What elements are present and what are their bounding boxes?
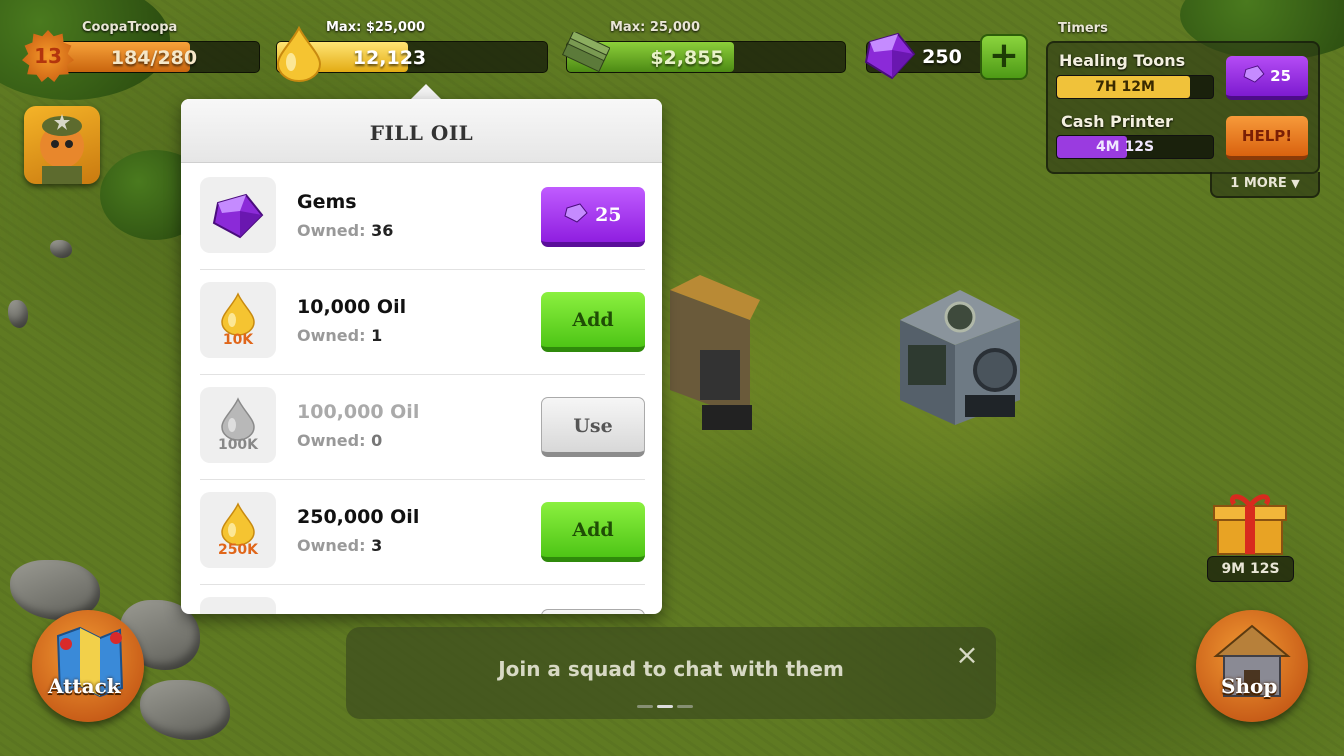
speedup-gems-button[interactable]: 25 [1226,56,1308,100]
gem-icon [564,203,589,223]
timer-progress-bar: 7H 12M [1056,75,1214,99]
cash-max-label: Max: 25,000 [610,20,700,35]
timer-time: 4M 12S [1095,139,1155,155]
timers-heading: Timers [1058,21,1108,36]
xp-bar: 184/280 [58,41,260,73]
amount-label: 100K [217,437,259,453]
page-indicator [637,705,693,708]
help-button[interactable]: HELP! [1226,116,1308,160]
gems-value: 250 [922,46,962,68]
list-item: 10K 10,000 Oil Owned: 1 Add [200,270,645,375]
fill-oil-dialog: FILL OIL Gems Owned: 36 25 10K 10,000 Oi… [181,99,662,614]
item-owned: Owned: 3 [297,536,383,555]
item-owned: Owned: 1 [297,326,383,345]
gem-icon [200,177,276,253]
cash-printer-building[interactable] [880,265,1040,440]
item-owned: Owned: 36 [297,221,394,240]
list-item: 100K 100,000 Oil Owned: 0 Use [200,375,645,480]
plus-icon: + [988,35,1020,76]
more-label: 1 MORE [1230,176,1287,191]
oil-drop-icon: 100K [200,387,276,463]
list-item [200,585,645,614]
use-100k-oil-button[interactable]: Use [541,397,645,457]
timer-name: Cash Printer [1061,112,1173,131]
gift-icon[interactable] [1210,490,1290,556]
oil-max-label: Max: $25,000 [326,20,426,35]
rock [50,240,72,258]
player-avatar[interactable] [24,106,100,184]
page-dot [657,705,673,708]
gift-timer: 9M 12S [1207,556,1294,582]
oil-drop-icon: 250K [200,492,276,568]
add-gems-button[interactable]: + [980,34,1028,80]
oil-drop-icon: 10K [200,282,276,358]
rock [140,680,230,740]
item-owned: Owned: 0 [297,431,383,450]
xp-value: 184/280 [110,47,198,69]
list-item: 250K 250,000 Oil Owned: 3 Add [200,480,645,585]
item-title: Gems [297,191,357,213]
next-item-button[interactable] [541,609,645,614]
chat-prompt: Join a squad to chat with them [498,657,844,681]
item-title: 100,000 Oil [297,401,420,423]
gem-icon [864,32,916,80]
timer-time: 7H 12M [1095,79,1155,95]
add-10k-oil-button[interactable]: Add [541,292,645,352]
amount-label: 10K [222,332,254,348]
shop-button[interactable] [1196,610,1308,722]
cash-stack-icon [561,32,610,73]
timer-progress-bar: 4M 12S [1056,135,1214,159]
gem-icon [1243,65,1265,83]
amount-label: 250K [217,542,259,558]
more-timers-toggle[interactable]: 1 MORE ▼ [1210,172,1320,198]
shop-house-icon [1213,624,1291,697]
dialog-title: FILL OIL [181,99,662,163]
page-dot [637,705,653,708]
button-label: 25 [1270,67,1292,85]
list-item: Gems Owned: 36 25 [200,165,645,270]
item-title: 10,000 Oil [297,296,407,318]
dialog-pointer [410,84,442,100]
chevron-down-icon: ▼ [1291,177,1300,190]
level-number: 13 [34,44,62,68]
oil-drop-icon [200,597,276,614]
close-icon[interactable]: × [950,638,984,672]
buy-gems-button[interactable]: 25 [541,187,645,247]
attack-button[interactable] [32,610,144,722]
oil-drop-icon [276,26,322,82]
commander-portrait [40,114,84,184]
player-name: CoopaTroopa [82,20,178,35]
map-icon [56,626,124,698]
attack-label: Attack [48,674,121,698]
timer-name: Healing Toons [1059,51,1186,70]
shop-label: Shop [1221,674,1278,698]
rock [8,300,28,328]
page-dot [677,705,693,708]
item-title: 250,000 Oil [297,506,420,528]
button-label: 25 [595,204,622,226]
add-250k-oil-button[interactable]: Add [541,502,645,562]
